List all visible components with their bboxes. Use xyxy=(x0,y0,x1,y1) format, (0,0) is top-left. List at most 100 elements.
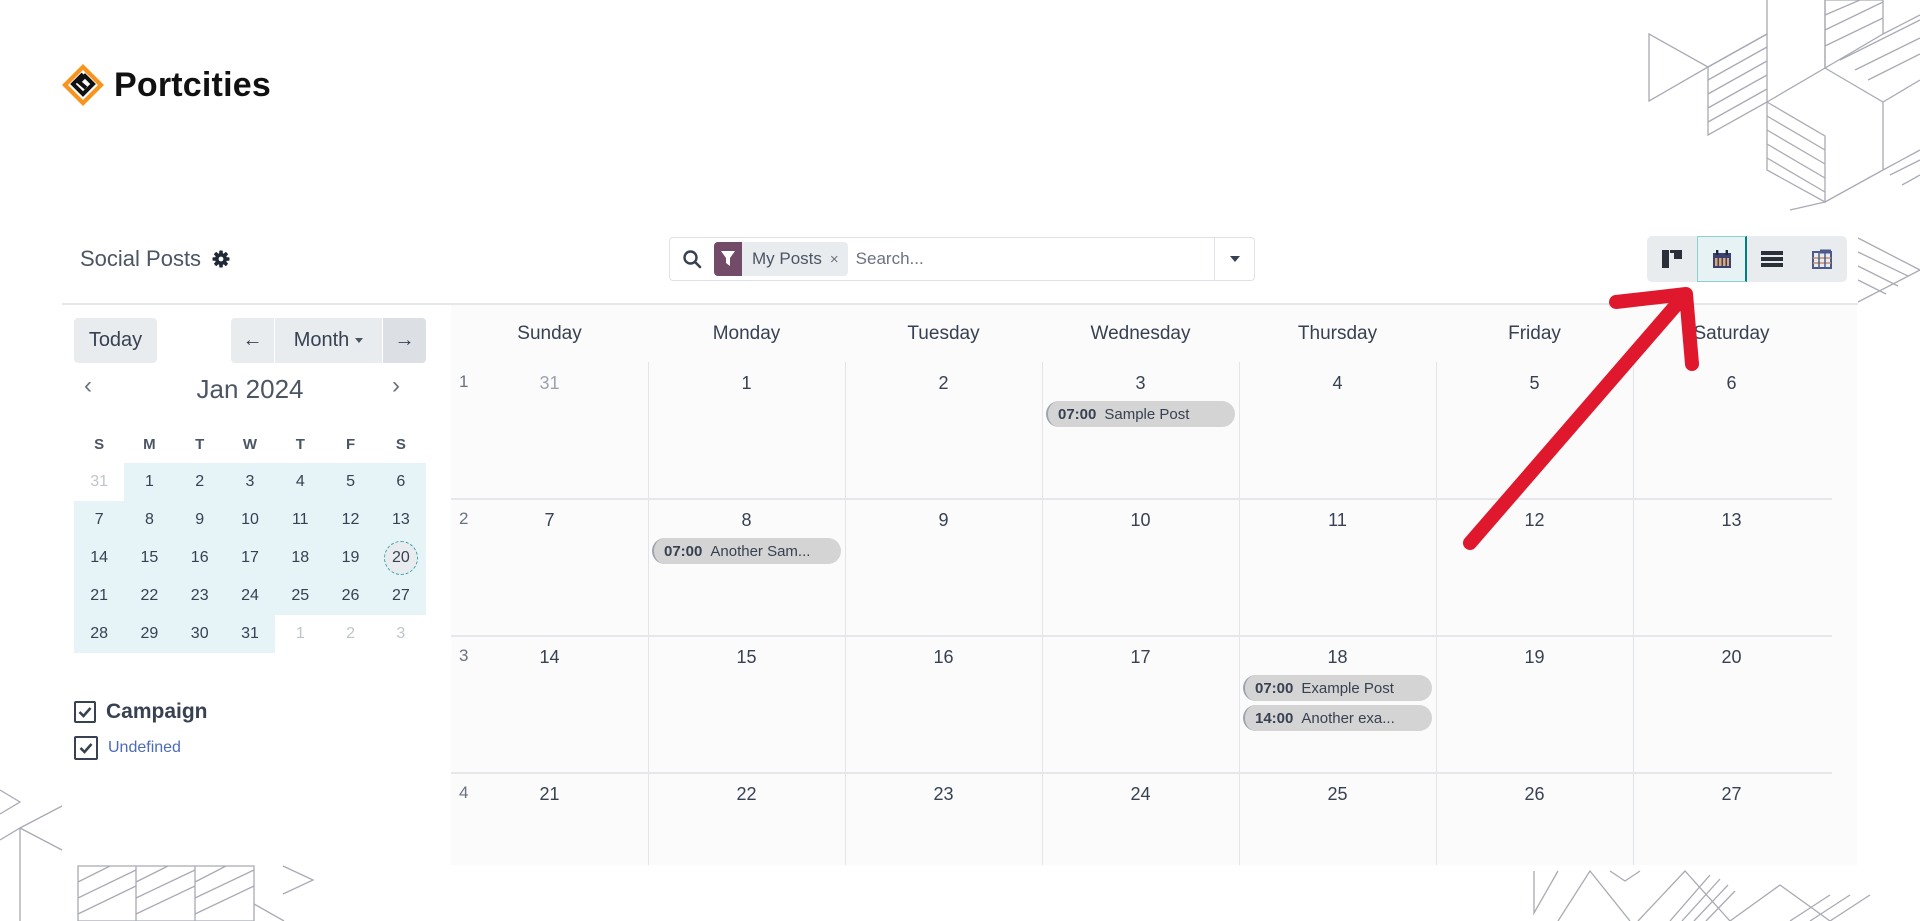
mini-calendar-day[interactable]: 9 xyxy=(174,501,225,539)
day-cell-number[interactable]: 24 xyxy=(1042,784,1239,805)
day-cell-number[interactable]: 21 xyxy=(451,784,648,805)
campaign-filter-toggle[interactable]: Campaign xyxy=(74,700,208,724)
mini-calendar-day[interactable]: 31 xyxy=(224,615,276,653)
caret-down-icon xyxy=(355,338,364,343)
mini-calendar-day[interactable]: 3 xyxy=(376,615,426,653)
checkbox-checked-icon[interactable] xyxy=(74,736,98,760)
day-cell-number[interactable]: 26 xyxy=(1436,784,1633,805)
day-cell-number[interactable]: 23 xyxy=(845,784,1042,805)
day-cell-number[interactable]: 11 xyxy=(1239,510,1436,531)
day-cell-number[interactable]: 14 xyxy=(451,647,648,668)
mini-calendar-day[interactable]: 27 xyxy=(375,577,426,615)
mini-calendar-day[interactable]: 21 xyxy=(74,577,125,615)
day-cell-number[interactable]: 10 xyxy=(1042,510,1239,531)
pivot-table-icon xyxy=(1812,249,1832,269)
checkbox-checked-icon[interactable] xyxy=(74,701,96,723)
pivot-view-button[interactable] xyxy=(1797,236,1847,282)
day-cell-number[interactable]: 3 xyxy=(1042,373,1239,394)
scale-label: Month xyxy=(293,329,350,351)
mini-calendar-day[interactable]: 1 xyxy=(275,615,325,653)
day-cell-number[interactable]: 2 xyxy=(845,373,1042,394)
gear-icon[interactable] xyxy=(211,249,231,269)
mini-calendar-day[interactable]: 2 xyxy=(325,615,375,653)
day-cell-number[interactable]: 7 xyxy=(451,510,648,531)
day-cell-number[interactable]: 8 xyxy=(648,510,845,531)
mini-calendar-day[interactable]: 12 xyxy=(325,501,376,539)
view-switcher xyxy=(1647,236,1847,282)
brand: Portcities xyxy=(60,62,271,108)
day-cell-number[interactable]: 16 xyxy=(845,647,1042,668)
day-cell-number[interactable]: 9 xyxy=(845,510,1042,531)
mini-calendar-day[interactable]: 15 xyxy=(124,539,175,577)
mini-calendar-day[interactable]: 22 xyxy=(124,577,175,615)
mini-calendar-day[interactable]: 3 xyxy=(224,463,276,501)
mini-calendar-day[interactable]: 2 xyxy=(174,463,225,501)
mini-calendar-day[interactable]: 24 xyxy=(224,577,276,615)
mini-calendar-day[interactable]: 19 xyxy=(325,539,376,577)
list-view-button[interactable] xyxy=(1747,236,1797,282)
day-cell-number[interactable]: 6 xyxy=(1633,373,1830,394)
day-cell-number[interactable]: 1 xyxy=(648,373,845,394)
day-cell-number[interactable]: 31 xyxy=(451,373,648,394)
day-cell-number[interactable]: 27 xyxy=(1633,784,1830,805)
mini-calendar-day[interactable]: 25 xyxy=(275,577,326,615)
mini-calendar-day[interactable]: 6 xyxy=(375,463,426,501)
mini-calendar-day[interactable]: 28 xyxy=(74,615,125,653)
mini-calendar-next-month[interactable]: › xyxy=(392,372,400,400)
mini-calendar-day[interactable]: 31 xyxy=(74,463,124,501)
mini-calendar-weekday: W xyxy=(242,435,258,453)
filter-item-undefined[interactable]: Undefined xyxy=(74,736,208,760)
facet-remove-button[interactable]: × xyxy=(830,251,848,268)
mini-calendar-day[interactable]: 30 xyxy=(174,615,225,653)
calendar-event[interactable]: 07:00 Another Sam... xyxy=(652,538,841,564)
day-cell-number[interactable]: 13 xyxy=(1633,510,1830,531)
search-options-toggle[interactable] xyxy=(1214,238,1254,280)
mini-calendar-prev-month[interactable]: ‹ xyxy=(84,372,92,400)
mini-calendar-day[interactable]: 7 xyxy=(74,501,125,539)
mini-calendar-day[interactable]: 10 xyxy=(224,501,276,539)
day-cell-number[interactable]: 5 xyxy=(1436,373,1633,394)
calendar-view-button[interactable] xyxy=(1697,236,1747,282)
calendar-event[interactable]: 14:00 Another exa... xyxy=(1243,705,1432,731)
next-period-button[interactable]: → xyxy=(383,318,426,363)
scale-dropdown[interactable]: Month xyxy=(275,318,382,363)
day-cell-number[interactable]: 22 xyxy=(648,784,845,805)
day-cell-number[interactable]: 12 xyxy=(1436,510,1633,531)
mini-calendar-day[interactable]: 17 xyxy=(224,539,276,577)
mini-calendar-day[interactable]: 23 xyxy=(174,577,225,615)
search-input[interactable] xyxy=(855,249,1214,269)
mini-calendar-day[interactable]: 13 xyxy=(375,501,426,539)
day-cell-number[interactable]: 18 xyxy=(1239,647,1436,668)
day-cell-number[interactable]: 4 xyxy=(1239,373,1436,394)
event-title: Example Post xyxy=(1301,679,1394,697)
day-cell-number[interactable]: 25 xyxy=(1239,784,1436,805)
mini-calendar-day[interactable]: 26 xyxy=(325,577,376,615)
calendar-event[interactable]: 07:00 Sample Post xyxy=(1046,401,1235,427)
day-cell-number[interactable]: 17 xyxy=(1042,647,1239,668)
today-button[interactable]: Today xyxy=(74,318,157,363)
day-cell-number[interactable]: 20 xyxy=(1633,647,1830,668)
event-time: 07:00 xyxy=(664,542,703,560)
calendar-event[interactable]: 07:00 Example Post xyxy=(1243,675,1432,701)
mini-calendar-day[interactable]: 5 xyxy=(325,463,376,501)
mini-calendar-weekday: M xyxy=(143,435,156,453)
mini-calendar-day[interactable]: 16 xyxy=(174,539,225,577)
mini-calendar-day[interactable]: 1 xyxy=(124,463,175,501)
mini-calendar-day[interactable]: 8 xyxy=(124,501,175,539)
mini-calendar-week: 31 1 2 3 4 5 6 xyxy=(74,463,426,501)
mini-calendar-day[interactable]: 20 xyxy=(375,539,426,577)
week-divider xyxy=(451,772,1832,774)
weekday-header: Sunday xyxy=(517,323,582,344)
weekday-header: Monday xyxy=(712,323,781,344)
day-cell-number[interactable]: 19 xyxy=(1436,647,1633,668)
previous-period-button[interactable]: ← xyxy=(231,318,274,363)
kanban-view-button[interactable] xyxy=(1647,236,1697,282)
mini-calendar-day[interactable]: 29 xyxy=(124,615,175,653)
search-icon[interactable] xyxy=(670,238,714,280)
mini-calendar-day[interactable]: 18 xyxy=(275,539,326,577)
event-title: Another Sam... xyxy=(710,542,811,560)
day-cell-number[interactable]: 15 xyxy=(648,647,845,668)
mini-calendar-day[interactable]: 4 xyxy=(275,463,326,501)
mini-calendar-day[interactable]: 14 xyxy=(74,539,125,577)
mini-calendar-day[interactable]: 11 xyxy=(275,501,326,539)
